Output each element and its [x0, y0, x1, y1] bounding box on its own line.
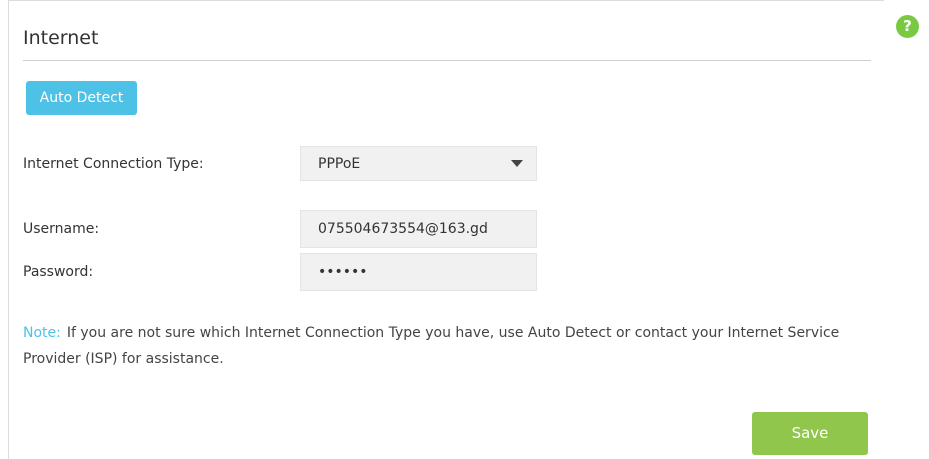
panel-left-border	[8, 0, 9, 459]
username-label: Username:	[23, 221, 100, 237]
title-divider	[23, 60, 871, 61]
help-icon[interactable]: ?	[896, 15, 919, 38]
connection-type-value: PPPoE	[318, 156, 361, 172]
username-field[interactable]	[300, 210, 537, 248]
save-button[interactable]: Save	[752, 412, 868, 455]
internet-settings-panel: Internet ? Auto Detect Internet Connecti…	[0, 0, 929, 459]
chevron-down-icon	[511, 160, 523, 167]
note-label: Note:	[23, 325, 61, 341]
note-body: If you are not sure which Internet Conne…	[23, 325, 840, 367]
connection-type-select[interactable]: PPPoE	[300, 146, 537, 181]
auto-detect-button[interactable]: Auto Detect	[26, 81, 137, 115]
panel-top-border	[8, 0, 884, 1]
password-field[interactable]	[300, 253, 537, 291]
password-label: Password:	[23, 264, 94, 280]
section-title: Internet	[23, 27, 99, 49]
connection-type-label: Internet Connection Type:	[23, 156, 204, 172]
note-text: Note: If you are not sure which Internet …	[23, 320, 853, 372]
